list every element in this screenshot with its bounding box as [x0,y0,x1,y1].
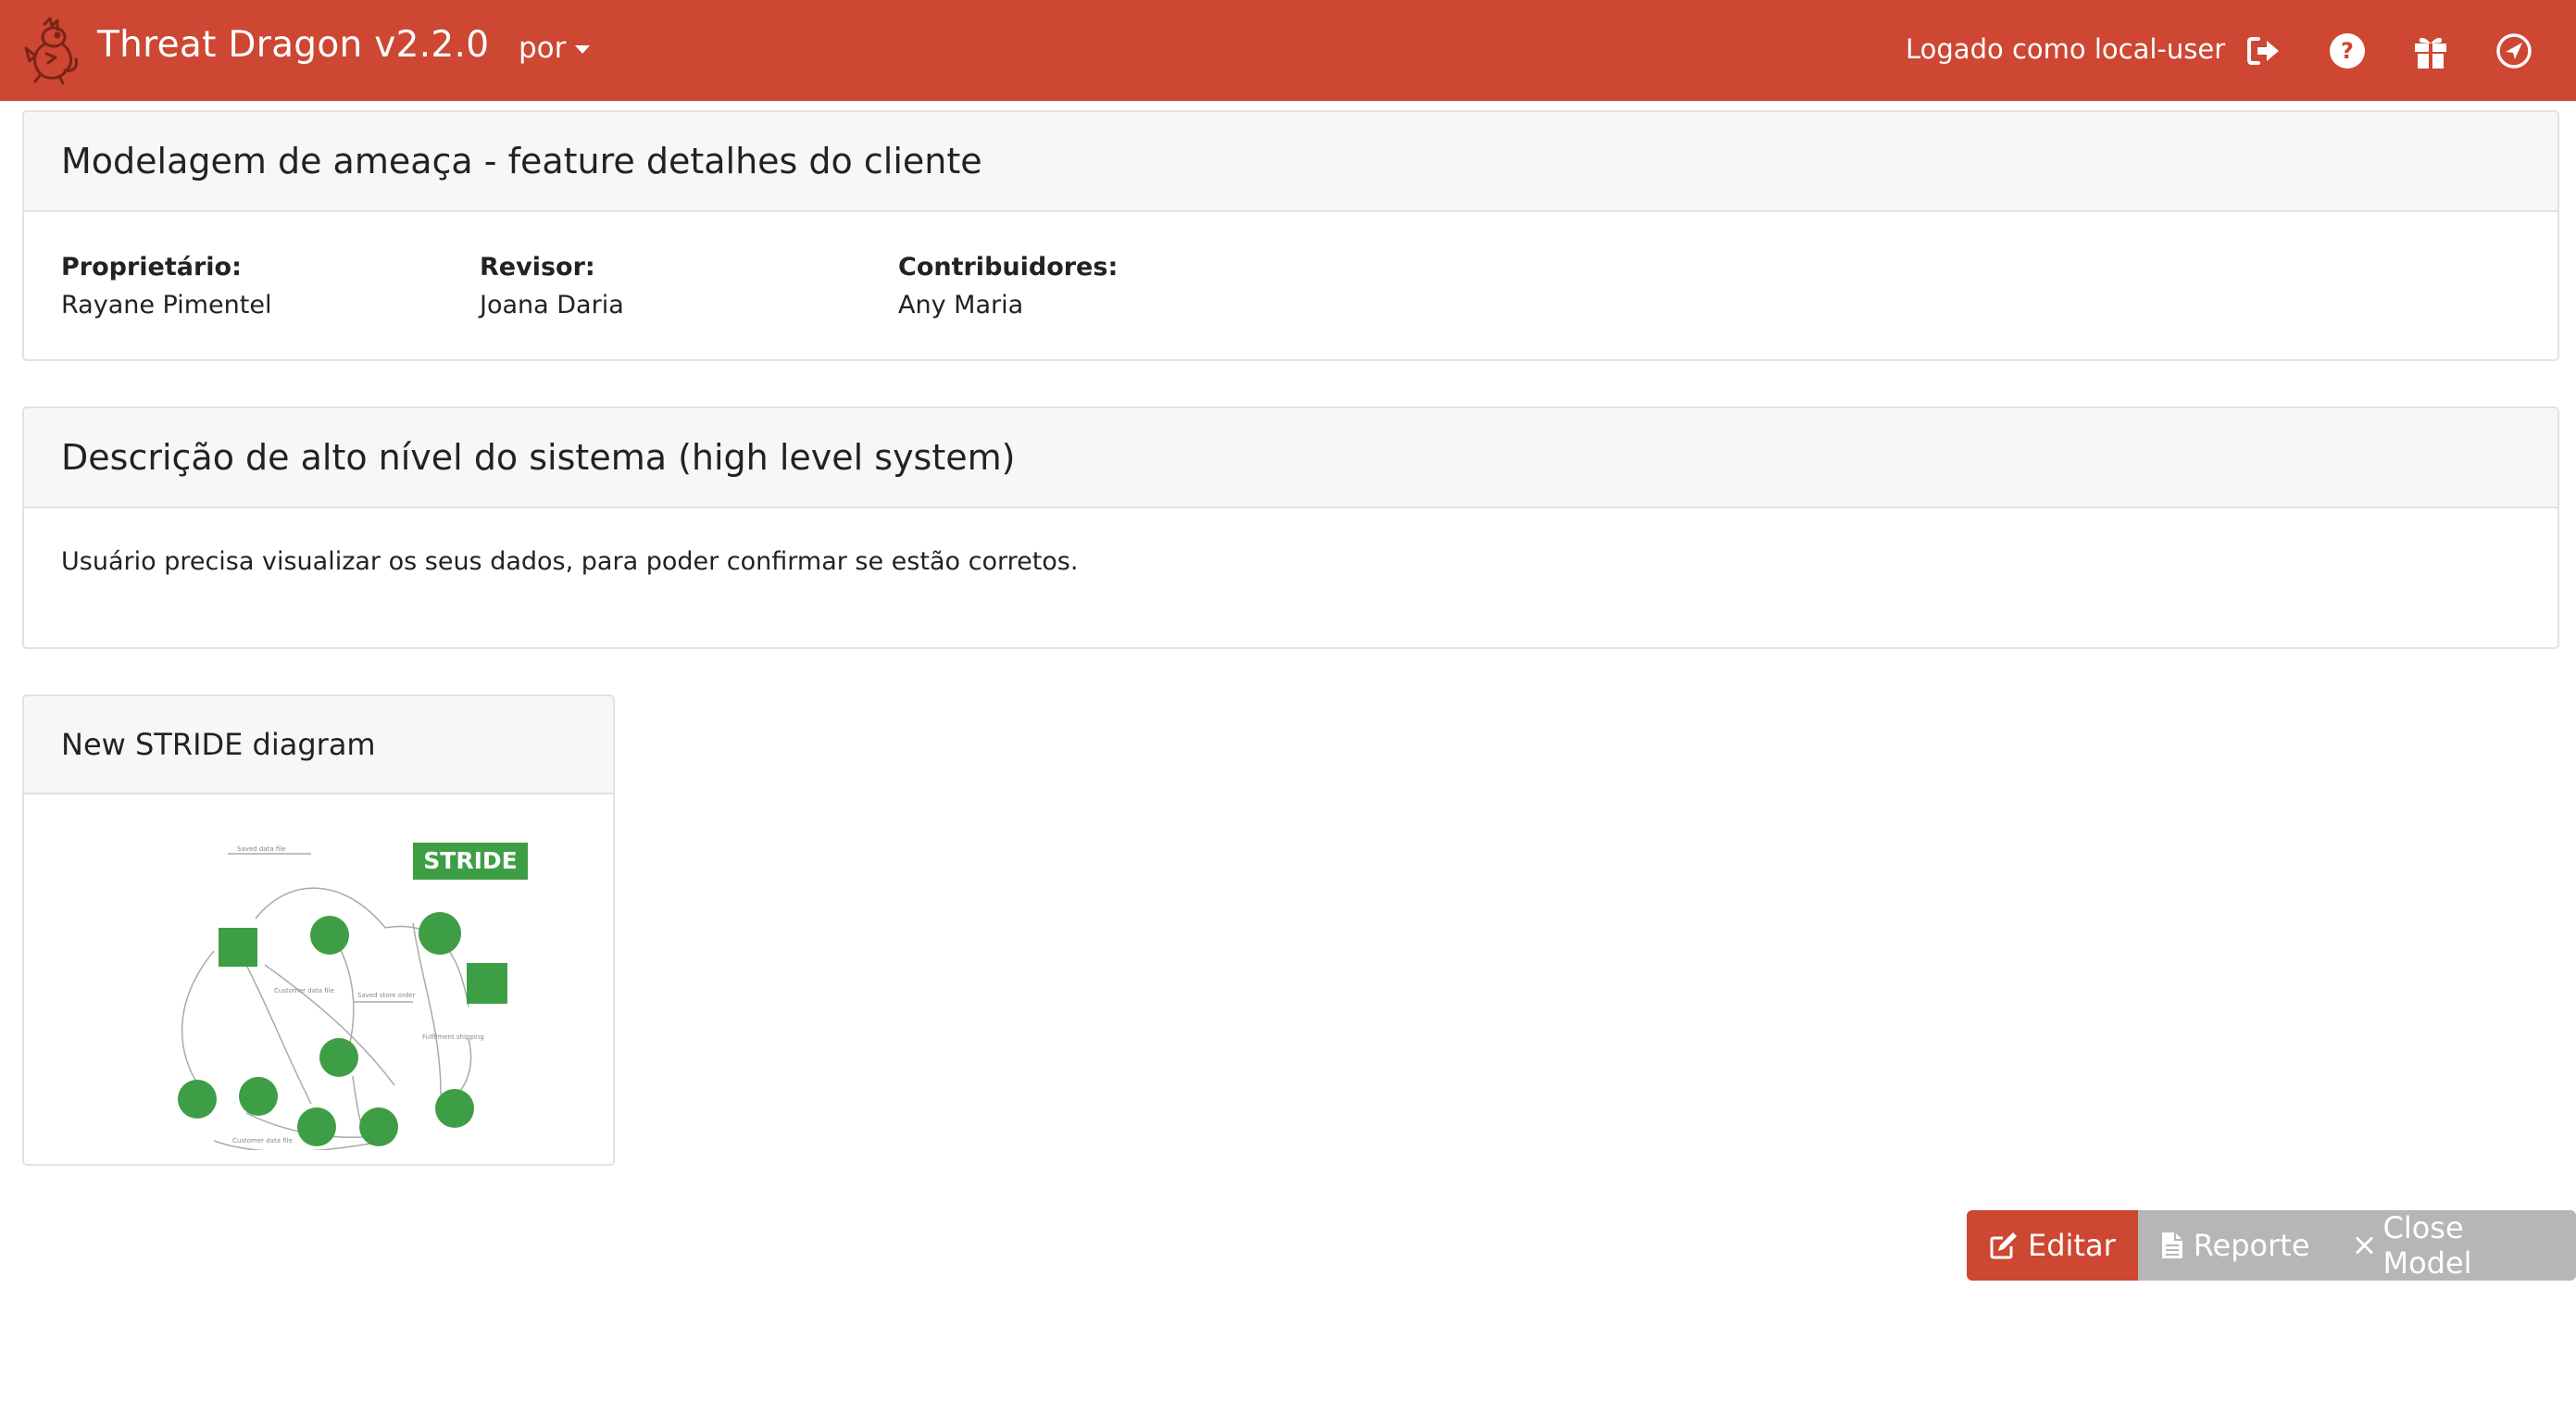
close-model-button[interactable]: Close Model [2332,1210,2576,1281]
contributors-value: Any Maria [898,291,1024,319]
svg-text:Saved data file: Saved data file [237,845,286,853]
close-model-label: Close Model [2382,1210,2472,1281]
svg-text:Fulfilment shipping: Fulfilment shipping [422,1033,484,1041]
diagram-thumbnail[interactable]: STRIDE Saved data file Customer data fil… [144,817,543,1150]
svg-text:Customer data file: Customer data file [274,987,334,994]
reviewer-label: Revisor: [480,253,595,281]
reviewer-block: Revisor: Joana Daria [480,253,624,319]
reviewer-value: Joana Daria [480,291,624,319]
report-file-icon [2161,1232,2182,1258]
edit-label: Editar [2028,1228,2116,1263]
diagram-card[interactable]: New STRIDE diagram STRIDE Saved data fil… [22,694,615,1166]
language-dropdown[interactable]: por [519,31,591,65]
report-label: Reporte [2193,1228,2310,1263]
svg-text:Saved store order: Saved store order [357,992,416,999]
model-title: Modelagem de ameaça - feature detalhes d… [61,141,982,181]
contributors-block: Contribuidores: Any Maria [898,253,1118,319]
edit-button[interactable]: Editar [1967,1210,2138,1281]
logout-icon[interactable] [2245,31,2283,70]
close-icon [2355,1236,2373,1255]
stride-badge-text: STRIDE [423,847,517,874]
diagram-title[interactable]: New STRIDE diagram [61,727,376,762]
diagram-header: New STRIDE diagram [24,696,613,794]
contributors-label: Contribuidores: [898,253,1119,281]
owner-value: Rayane Pimentel [61,291,272,319]
logged-in-user: Logado como local-user [1906,33,2226,65]
about-icon[interactable] [2495,31,2533,70]
report-button[interactable]: Reporte [2137,1210,2332,1281]
language-label: por [519,31,567,65]
owner-block: Proprietário: Rayane Pimentel [61,253,271,319]
edit-icon [1990,1232,2017,1259]
svg-text:?: ? [2341,38,2354,64]
app-title[interactable]: Threat Dragon v2.2.0 [97,24,489,66]
description-card: Descrição de alto nível do sistema (high… [22,406,2559,649]
model-actions: Editar Reporte Close Model [1967,1210,2576,1281]
top-navbar: Threat Dragon v2.2.0 por Logado como loc… [0,0,2576,101]
chevron-down-icon [575,44,591,54]
model-summary-card: Modelagem de ameaça - feature detalhes d… [22,110,2559,361]
model-header: Modelagem de ameaça - feature detalhes d… [24,112,2557,212]
description-title: Descrição de alto nível do sistema (high… [61,437,1016,478]
help-icon[interactable]: ? [2328,31,2367,70]
dragon-logo-icon[interactable] [22,17,81,85]
description-header: Descrição de alto nível do sistema (high… [24,408,2557,508]
svg-text:Customer data file: Customer data file [232,1137,293,1144]
gift-icon[interactable] [2411,31,2450,70]
description-text: Usuário precisa visualizar os seus dados… [61,547,1079,576]
owner-label: Proprietário: [61,253,242,281]
